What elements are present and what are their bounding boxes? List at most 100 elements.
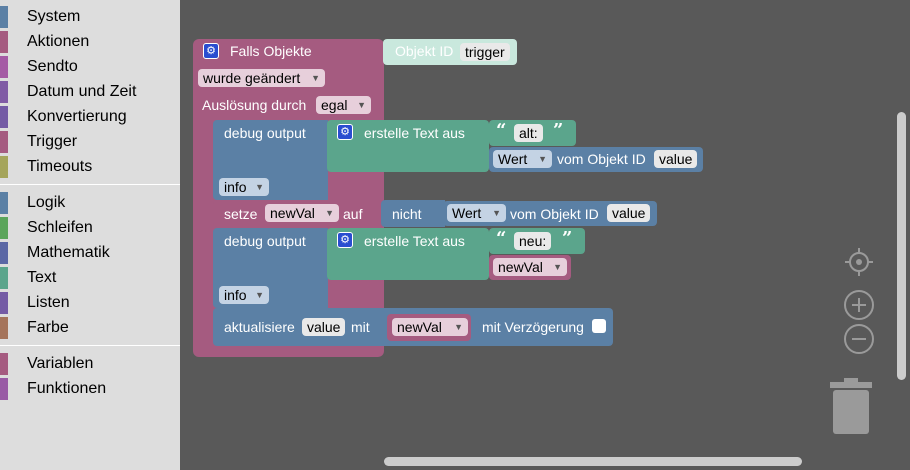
ausloesung-label: Auslösung durch: [202, 97, 307, 113]
variable-dropdown[interactable]: newVal ▼: [265, 204, 339, 222]
toolbox-category-datum-und-zeit[interactable]: Datum und Zeit: [0, 81, 180, 103]
chevron-down-icon: ▼: [255, 290, 264, 300]
level-dropdown[interactable]: info ▼: [219, 286, 269, 304]
vom-objekt-label: vom Objekt ID: [557, 151, 646, 167]
level-value: info: [224, 287, 247, 303]
category-label: Timeouts: [27, 158, 93, 175]
debug-label: debug output: [224, 125, 306, 141]
level-value: info: [224, 179, 247, 195]
category-swatch: [0, 156, 8, 178]
toolbox-category-funktionen[interactable]: Funktionen: [0, 378, 180, 400]
category-label: Schleifen: [27, 219, 93, 236]
toolbox-category-trigger[interactable]: Trigger: [0, 131, 180, 153]
chevron-down-icon: ▼: [357, 100, 366, 110]
category-swatch: [0, 242, 8, 264]
chevron-down-icon: ▼: [538, 154, 547, 164]
delay-checkbox[interactable]: [592, 319, 606, 333]
create-text-label: erstelle Text aus: [364, 125, 465, 141]
trash-icon[interactable]: [828, 378, 874, 438]
wert-dropdown[interactable]: Wert ▼: [493, 150, 552, 168]
variable-dropdown[interactable]: newVal ▼: [392, 318, 468, 336]
toolbox-category-sendto[interactable]: Sendto: [0, 56, 180, 78]
close-quote-icon: ”: [562, 228, 573, 249]
zoom-out-icon[interactable]: [843, 323, 875, 355]
category-label: Sendto: [27, 58, 78, 75]
category-swatch: [0, 56, 8, 78]
gear-icon[interactable]: ⚙: [203, 43, 219, 59]
zoom-in-icon[interactable]: [843, 289, 875, 321]
category-label: Aktionen: [27, 33, 90, 50]
gear-icon[interactable]: ⚙: [337, 232, 353, 248]
category-swatch: [0, 292, 8, 314]
category-swatch: [0, 353, 8, 375]
category-swatch: [0, 131, 8, 153]
open-quote-icon: “: [496, 120, 507, 141]
category-label: Listen: [27, 294, 70, 311]
gear-icon[interactable]: ⚙: [337, 124, 353, 140]
toolbox-category-text[interactable]: Text: [0, 267, 180, 289]
chevron-down-icon: ▼: [255, 182, 264, 192]
horizontal-scrollbar[interactable]: [384, 457, 802, 466]
wert-value: Wert: [498, 151, 528, 167]
toolbox-category-timeouts[interactable]: Timeouts: [0, 156, 180, 178]
category-swatch: [0, 378, 8, 400]
category-swatch: [0, 6, 8, 28]
toolbox-category-listen[interactable]: Listen: [0, 292, 180, 314]
objekt-id-field[interactable]: value: [607, 204, 651, 222]
toolbox-category-logik[interactable]: Logik: [0, 192, 180, 214]
wert-value: Wert: [452, 205, 482, 221]
vertical-scrollbar[interactable]: [897, 112, 906, 380]
objekt-id-label: Objekt ID: [395, 43, 454, 59]
toolbox-category-aktionen[interactable]: Aktionen: [0, 31, 180, 53]
chevron-down-icon: ▼: [325, 208, 334, 218]
variable-value: newVal: [397, 319, 442, 335]
category-swatch: [0, 106, 8, 128]
target-icon[interactable]: [843, 246, 875, 278]
category-label: Farbe: [27, 319, 69, 336]
category-swatch: [0, 81, 8, 103]
chevron-down-icon: ▼: [553, 262, 562, 272]
text-literal-field[interactable]: neu:: [514, 232, 552, 250]
wert-dropdown[interactable]: Wert ▼: [447, 204, 506, 222]
toolbox-category-farbe[interactable]: Farbe: [0, 317, 180, 339]
toolbox-category-konvertierung[interactable]: Konvertierung: [0, 106, 180, 128]
setze-label: setze: [224, 206, 258, 222]
category-swatch: [0, 192, 8, 214]
toolbox-separator: [0, 345, 180, 346]
category-label: Konvertierung: [27, 108, 127, 125]
category-label: Datum und Zeit: [27, 83, 137, 100]
debug-label: debug output: [224, 233, 306, 249]
variable-dropdown[interactable]: newVal ▼: [493, 258, 567, 276]
objekt-id-field[interactable]: value: [654, 150, 698, 168]
ausloesung-value: egal: [321, 97, 348, 113]
objekt-id-field[interactable]: value: [302, 318, 346, 336]
event-dropdown[interactable]: wurde geändert ▼: [198, 69, 325, 87]
text-literal-field[interactable]: alt:: [514, 124, 543, 142]
level-dropdown[interactable]: info ▼: [219, 178, 269, 196]
ausloesung-dropdown[interactable]: egal ▼: [316, 96, 371, 114]
toolbox-category-schleifen[interactable]: Schleifen: [0, 217, 180, 239]
chevron-down-icon: ▼: [311, 73, 320, 83]
category-swatch: [0, 267, 8, 289]
objekt-id-field[interactable]: trigger: [460, 43, 510, 61]
toolbox-category-mathematik[interactable]: Mathematik: [0, 242, 180, 264]
variable-value: newVal: [270, 205, 315, 221]
category-label: Trigger: [27, 133, 78, 150]
event-value: wurde geändert: [203, 70, 301, 86]
chevron-down-icon: ▼: [454, 322, 463, 332]
toolbox-category-system[interactable]: System: [0, 6, 180, 28]
category-label: Variablen: [27, 355, 94, 372]
toolbox: System Aktionen Sendto Datum und Zeit Ko…: [0, 0, 180, 470]
toolbox-category-variablen[interactable]: Variablen: [0, 353, 180, 375]
auf-label: auf: [343, 206, 363, 222]
category-swatch: [0, 317, 8, 339]
category-label: Text: [27, 269, 57, 286]
open-quote-icon: “: [496, 228, 507, 249]
nicht-label: nicht: [392, 206, 422, 222]
category-label: Logik: [27, 194, 66, 211]
update-label: aktualisiere: [224, 319, 295, 335]
toolbox-separator: [0, 184, 180, 185]
category-label: System: [27, 8, 81, 25]
delay-label: mit Verzögerung: [482, 319, 584, 335]
category-swatch: [0, 217, 8, 239]
